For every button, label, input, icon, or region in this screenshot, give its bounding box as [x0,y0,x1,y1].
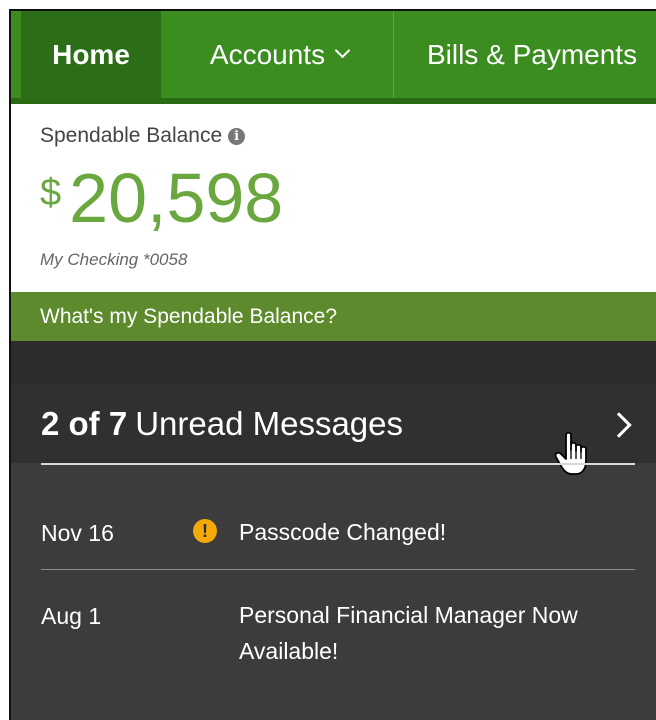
hand-cursor-icon [554,431,594,484]
main-nav: Home Accounts Bills & Payments [11,11,656,104]
message-subject: Passcode Changed! [239,519,447,545]
nav-accounts-tab[interactable]: Accounts [165,11,394,98]
balance-label-row: Spendable Balance i [40,124,246,148]
balance-value: 20,598 [69,159,284,237]
messages-count: 2 of 7 [41,405,128,442]
message-date: Aug 1 [41,603,102,629]
nav-accounts-label: Accounts [209,38,326,70]
chevron-right-icon[interactable] [606,412,632,438]
nav-home-tab[interactable]: Home [21,11,161,98]
messages-header-divider [41,463,635,465]
nav-home-label: Home [52,38,130,70]
messages-panel: 2 of 7 Unread Messages Nov 16 ! Passcode … [11,383,656,720]
balance-currency: $ [40,172,62,214]
spendable-balance-link-label: What's my Spendable Balance? [40,304,338,328]
messages-title-label: Unread Messages [135,405,404,442]
info-icon[interactable]: i [228,127,246,145]
messages-header[interactable]: 2 of 7 Unread Messages [11,383,656,475]
section-separator [11,341,656,383]
message-date: Nov 16 [41,520,114,546]
spendable-balance-link[interactable]: What's my Spendable Balance? [11,292,656,341]
balance-account-name: My Checking *0058 [40,250,188,269]
nav-bills-tab[interactable]: Bills & Payments [427,11,637,98]
messages-title: 2 of 7 Unread Messages [41,405,403,443]
chevron-down-icon [334,42,351,59]
balance-card: Spendable Balance i $ 20,598 My Checking… [11,104,656,292]
app-frame: Home Accounts Bills & Payments Spendable… [9,9,656,720]
message-subject: Personal Financial Manager Now Available… [239,602,578,664]
balance-label: Spendable Balance [40,124,223,147]
nav-bills-label: Bills & Payments [427,38,638,70]
message-divider [41,569,635,570]
balance-amount: $ 20,598 [40,158,283,238]
alert-icon: ! [193,519,217,543]
